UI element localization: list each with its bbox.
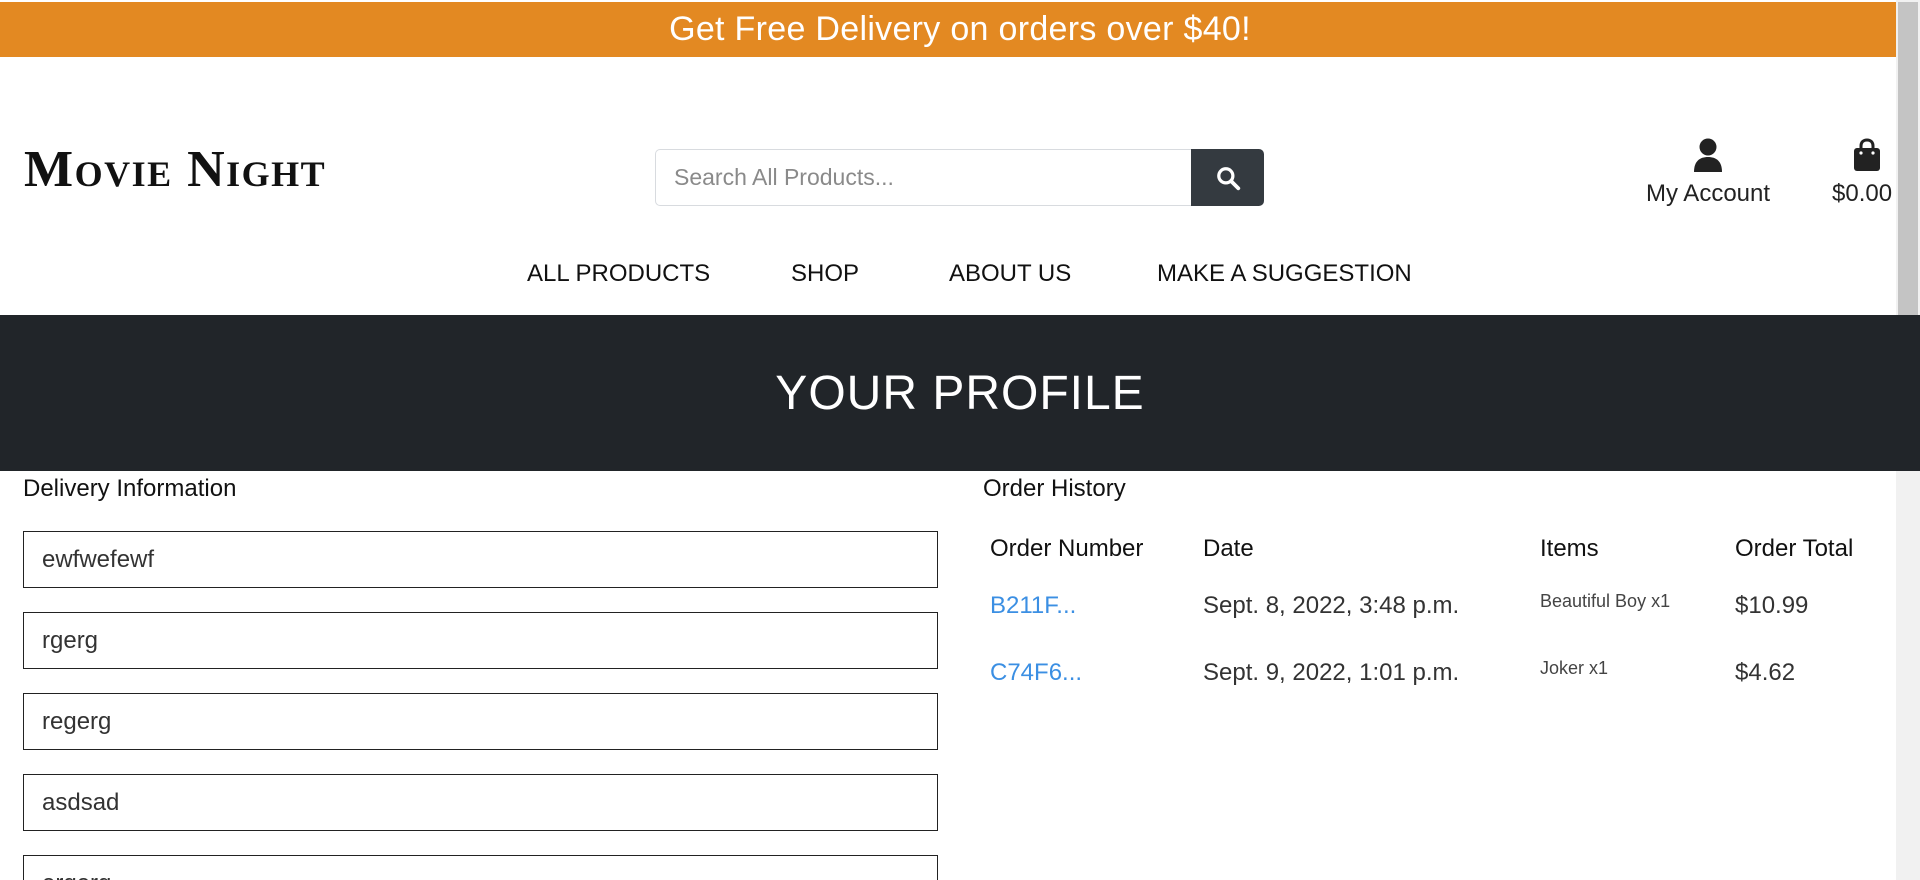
order-items: Beautiful Boy x1 [1540,591,1671,611]
search-icon [1216,166,1240,190]
delivery-heading: Delivery Information [23,475,237,502]
nav-about-us[interactable]: ABOUT US [949,256,1071,292]
page-title: YOUR PROFILE [775,366,1145,420]
main-nav: ALL PRODUCTS SHOP ABOUT US MAKE A SUGGES… [0,256,1920,292]
my-account-link[interactable]: My Account [1640,138,1776,208]
my-account-label: My Account [1645,180,1771,207]
nav-make-a-suggestion[interactable]: MAKE A SUGGESTION [1157,256,1412,292]
delivery-field-4[interactable] [23,774,938,831]
delivery-field-5[interactable] [23,855,938,880]
search-button[interactable] [1191,149,1264,206]
column-header-items: Items [1540,535,1599,562]
promo-banner: Get Free Delivery on orders over $40! [0,2,1920,57]
order-date: Sept. 8, 2022, 3:48 p.m. [1203,592,1460,619]
order-date: Sept. 9, 2022, 1:01 p.m. [1203,659,1460,686]
promo-text: Get Free Delivery on orders over $40! [669,10,1251,48]
order-history-heading: Order History [983,475,1126,502]
shopping-bag-icon [1854,138,1880,171]
user-icon-wrap [1640,138,1776,176]
search-input[interactable] [655,149,1191,206]
order-number-link[interactable]: B211F... [990,592,1076,620]
order-total: $10.99 [1735,592,1809,619]
search-form [655,149,1264,206]
column-header-date: Date [1203,535,1254,562]
order-total: $4.62 [1735,659,1796,686]
delivery-field-3[interactable] [23,693,938,750]
cart-total: $0.00 [1832,180,1893,207]
site-logo[interactable]: Movie Night [24,140,326,200]
column-header-order-total: Order Total [1735,535,1854,562]
user-icon [1694,138,1722,172]
cart-link[interactable]: $0.00 [1832,138,1902,208]
delivery-field-1[interactable] [23,531,938,588]
cart-icon-wrap [1832,138,1902,176]
profile-hero: YOUR PROFILE [0,315,1920,471]
nav-shop[interactable]: SHOP [791,256,859,292]
column-header-order-number: Order Number [990,535,1144,562]
order-number-link[interactable]: C74F6... [990,659,1082,687]
nav-all-products[interactable]: ALL PRODUCTS [527,256,710,292]
order-items: Joker x1 [1540,658,1609,678]
page: Get Free Delivery on orders over $40! Mo… [0,0,1920,880]
delivery-field-2[interactable] [23,612,938,669]
